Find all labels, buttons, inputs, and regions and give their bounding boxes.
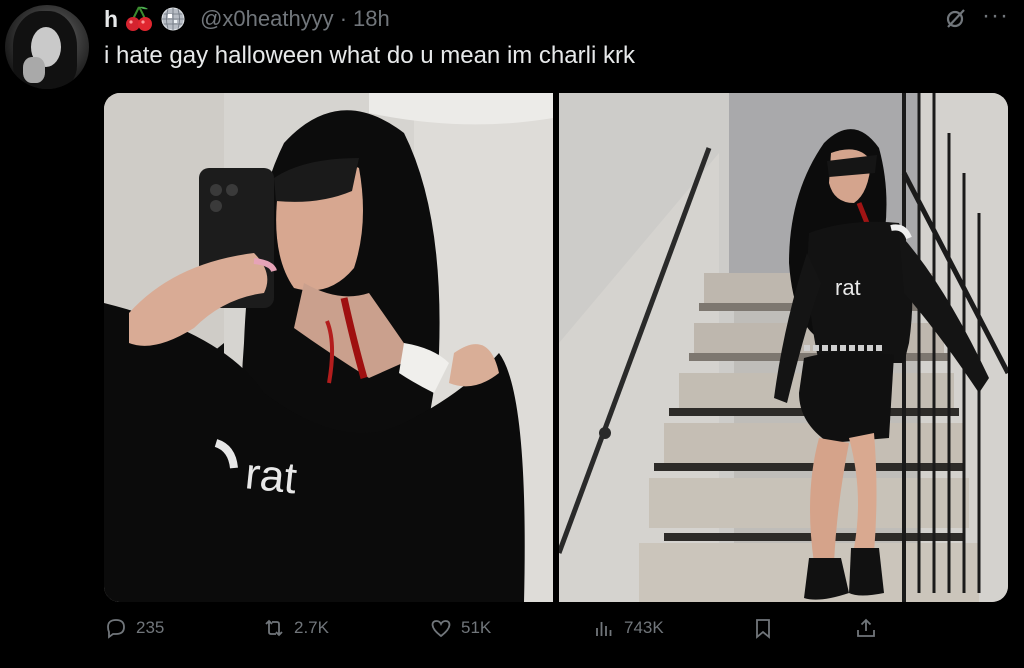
cherries-icon — [126, 6, 153, 31]
display-name[interactable]: h — [104, 6, 118, 33]
media-grid: rat rat — [104, 93, 1008, 602]
photo-stairs[interactable]: rat — [559, 93, 1008, 602]
reply-icon — [107, 619, 125, 639]
tweet-header: h @x0heathyyy · 18h — [104, 4, 390, 34]
heart-icon — [431, 620, 451, 638]
avatar-hand — [23, 57, 45, 83]
views-button[interactable]: 743K — [592, 616, 664, 640]
photo-mirror-selfie[interactable]: rat — [104, 93, 553, 602]
share-button[interactable] — [854, 616, 878, 640]
action-bar: 235 2.7K 51K 743K — [104, 616, 884, 650]
analytics-icon — [596, 622, 612, 636]
separator-dot: · — [339, 6, 348, 31]
reply-count: 235 — [136, 618, 165, 637]
timestamp[interactable]: 18h — [353, 6, 390, 32]
bookmark-icon — [756, 619, 770, 639]
share-icon — [857, 618, 875, 637]
like-button[interactable]: 51K — [429, 616, 491, 640]
repost-count: 2.7K — [294, 618, 329, 637]
repost-icon — [265, 619, 283, 637]
right-shirt-text: rat — [835, 275, 861, 300]
tweet-text: i hate gay halloween what do u mean im c… — [104, 42, 635, 69]
grok-slash-icon[interactable] — [944, 6, 968, 30]
like-count: 51K — [461, 618, 492, 637]
avatar[interactable] — [5, 5, 89, 89]
reply-button[interactable]: 235 — [104, 616, 164, 640]
handle[interactable]: @x0heathyyy — [200, 6, 334, 32]
disco-ball-icon — [161, 7, 185, 31]
more-dots-icon[interactable]: ··· — [982, 2, 1009, 30]
bookmark-button[interactable] — [751, 616, 775, 640]
left-shirt-text: rat — [243, 449, 299, 503]
view-count: 743K — [624, 618, 664, 637]
repost-button[interactable]: 2.7K — [262, 616, 329, 640]
